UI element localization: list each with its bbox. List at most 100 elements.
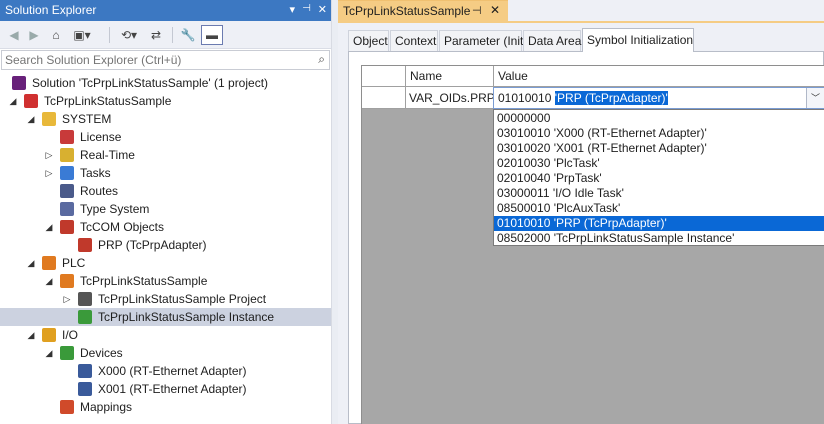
collapse-arrow-icon[interactable]: ◢ xyxy=(8,95,18,107)
value-combobox[interactable]: 01010010 'PRP (TcPrpAdapter)' ﹀ xyxy=(493,87,824,109)
dropdown-option[interactable]: 01010010 'PRP (TcPrpAdapter)' xyxy=(494,216,824,231)
collapse-arrow-icon[interactable]: ◢ xyxy=(44,221,54,233)
window-position-icon[interactable]: ▾ xyxy=(290,3,296,16)
dropdown-option[interactable]: 03010020 'X001 (RT-Ethernet Adapter)' xyxy=(494,141,824,156)
tasks-icon xyxy=(60,166,74,180)
tab-parameter-init[interactable]: Parameter (Init) xyxy=(439,30,527,51)
editor-area: TcPrpLinkStatusSample ⊣ ✕ Object Context… xyxy=(338,0,824,424)
dropdown-option[interactable]: 08500010 'PlcAuxTask' xyxy=(494,201,824,216)
type-system-icon xyxy=(60,202,74,216)
chevron-down-icon[interactable]: ﹀ xyxy=(806,88,824,108)
tree-item[interactable]: X000 (RT-Ethernet Adapter) xyxy=(0,362,331,380)
search-input[interactable] xyxy=(5,52,305,68)
tree-item-label: TcPrpLinkStatusSample Instance xyxy=(98,310,275,324)
solution-explorer-title-bar: Solution Explorer ▾ ⊣ ✕ xyxy=(0,0,331,21)
column-header-name[interactable]: Name xyxy=(406,66,494,87)
document-tab[interactable]: TcPrpLinkStatusSample ⊣ ✕ xyxy=(338,0,508,21)
expand-arrow-icon[interactable]: ▷ xyxy=(62,293,72,305)
solution-explorer-search[interactable]: ⌕ xyxy=(1,50,330,70)
license-icon xyxy=(60,130,74,144)
cell-name[interactable]: VAR_OIDs.PRP xyxy=(406,87,495,109)
tree-item[interactable]: ▷ TcPrpLinkStatusSample Project xyxy=(0,290,331,308)
close-icon[interactable]: ✕ xyxy=(318,3,327,16)
tree-item[interactable]: ◢ SYSTEM xyxy=(0,110,331,128)
collapse-arrow-icon[interactable]: ◢ xyxy=(26,113,36,125)
tree-item[interactable]: ▷ Real-Time xyxy=(0,146,331,164)
tree-item[interactable]: Mappings xyxy=(0,398,331,416)
tree-item[interactable]: ◢ I/O xyxy=(0,326,331,344)
pending-changes-filter-icon[interactable]: ⟲▾ xyxy=(116,27,142,43)
realtime-icon xyxy=(60,148,74,162)
prp-object-icon xyxy=(78,238,92,252)
tree-item-label: TcCOM Objects xyxy=(80,220,165,234)
dropdown-option[interactable]: 00000000 xyxy=(494,111,824,126)
preview-selected-icon[interactable]: ▬ xyxy=(201,25,223,45)
collapse-arrow-icon[interactable]: ◢ xyxy=(44,275,54,287)
mappings-icon xyxy=(60,400,74,414)
tab-close-icon[interactable]: ✕ xyxy=(490,3,500,17)
tree-item-label: TcPrpLinkStatusSample Project xyxy=(98,292,267,306)
dropdown-option[interactable]: 08502000 'TcPrpLinkStatusSample Instance… xyxy=(494,231,824,246)
column-header-value[interactable]: Value xyxy=(494,66,824,87)
tree-item[interactable]: ◢ Devices xyxy=(0,344,331,362)
value-prefix: 01010010 xyxy=(498,91,552,105)
tree-item[interactable]: TcPrpLinkStatusSample Instance xyxy=(0,308,331,326)
plc-instance-icon xyxy=(78,310,92,324)
tree-item-label: Real-Time xyxy=(80,148,135,162)
tree-item-label: X001 (RT-Ethernet Adapter) xyxy=(98,382,247,396)
expand-arrow-icon[interactable]: ▷ xyxy=(44,149,54,161)
pin-icon[interactable]: ⊣ xyxy=(302,3,311,16)
dropdown-option[interactable]: 02010040 'PrpTask' xyxy=(494,171,824,186)
dropdown-option[interactable]: 03000011 'I/O Idle Task' xyxy=(494,186,824,201)
plc-icon xyxy=(42,256,56,270)
tab-object[interactable]: Object xyxy=(348,30,389,51)
collapse-arrow-icon[interactable]: ◢ xyxy=(44,347,54,359)
tree-item-label: License xyxy=(80,130,122,144)
tree-item-label: I/O xyxy=(62,328,79,342)
dropdown-option[interactable]: 02010030 'PlcTask' xyxy=(494,156,824,171)
properties-wrench-icon[interactable]: 🔧 xyxy=(180,27,196,43)
tree-item-label: TcPrpLinkStatusSample xyxy=(44,94,172,108)
tab-data-area[interactable]: Data Area xyxy=(523,30,581,51)
plc-project-file-icon xyxy=(78,292,92,306)
tab-context[interactable]: Context xyxy=(390,30,438,51)
ethernet-adapter-icon xyxy=(78,364,92,378)
tree-item[interactable]: PRP (TcPrpAdapter) xyxy=(0,236,331,254)
tree-item-label: PRP (TcPrpAdapter) xyxy=(98,238,207,252)
tree-item[interactable]: Type System xyxy=(0,200,331,218)
tree-item[interactable]: ◢ TcCOM Objects xyxy=(0,218,331,236)
panel-splitter[interactable] xyxy=(331,0,338,424)
dropdown-option[interactable]: 03010010 'X000 (RT-Ethernet Adapter)' xyxy=(494,126,824,141)
collapse-arrow-icon[interactable]: ◢ xyxy=(26,257,36,269)
solution-explorer-title: Solution Explorer xyxy=(5,3,97,17)
tab-symbol-initialization[interactable]: Symbol Initialization xyxy=(582,28,694,52)
tab-pin-icon[interactable]: ⊣ xyxy=(472,4,482,17)
tree-item-label: Tasks xyxy=(80,166,111,180)
ethernet-adapter-icon xyxy=(78,382,92,396)
document-tab-title: TcPrpLinkStatusSample xyxy=(343,4,471,18)
sync-icon[interactable]: ⇄ xyxy=(148,27,164,43)
search-icon[interactable]: ⌕ xyxy=(318,52,325,67)
row-header[interactable] xyxy=(362,87,406,109)
home-icon[interactable]: ⌂ xyxy=(48,27,64,43)
switch-views-icon[interactable]: ▣▾ xyxy=(70,27,94,43)
tree-item[interactable]: Solution 'TcPrpLinkStatusSample' (1 proj… xyxy=(0,74,331,92)
tree-item[interactable]: ◢ TcPrpLinkStatusSample xyxy=(0,272,331,290)
tree-item[interactable]: ▷ Tasks xyxy=(0,164,331,182)
value-dropdown-list[interactable]: 00000000 03010010 'X000 (RT-Ethernet Adap… xyxy=(493,109,824,246)
tree-item-label: Type System xyxy=(80,202,150,216)
expand-arrow-icon[interactable]: ▷ xyxy=(44,167,54,179)
forward-icon[interactable]: ▶ xyxy=(26,27,42,43)
value-combobox-text[interactable]: 01010010 'PRP (TcPrpAdapter)' xyxy=(498,91,668,105)
tree-item-label: PLC xyxy=(62,256,86,270)
tree-item-label: TcPrpLinkStatusSample xyxy=(80,274,208,288)
tree-item[interactable]: License xyxy=(0,128,331,146)
row-header-corner xyxy=(362,66,406,87)
collapse-arrow-icon[interactable]: ◢ xyxy=(26,329,36,341)
tree-item[interactable]: ◢ PLC xyxy=(0,254,331,272)
tree-item[interactable]: Routes xyxy=(0,182,331,200)
back-icon[interactable]: ◀ xyxy=(6,27,22,43)
tree-item-label: Devices xyxy=(80,346,123,360)
tree-item[interactable]: ◢ TcPrpLinkStatusSample xyxy=(0,92,331,110)
tree-item[interactable]: X001 (RT-Ethernet Adapter) xyxy=(0,380,331,398)
